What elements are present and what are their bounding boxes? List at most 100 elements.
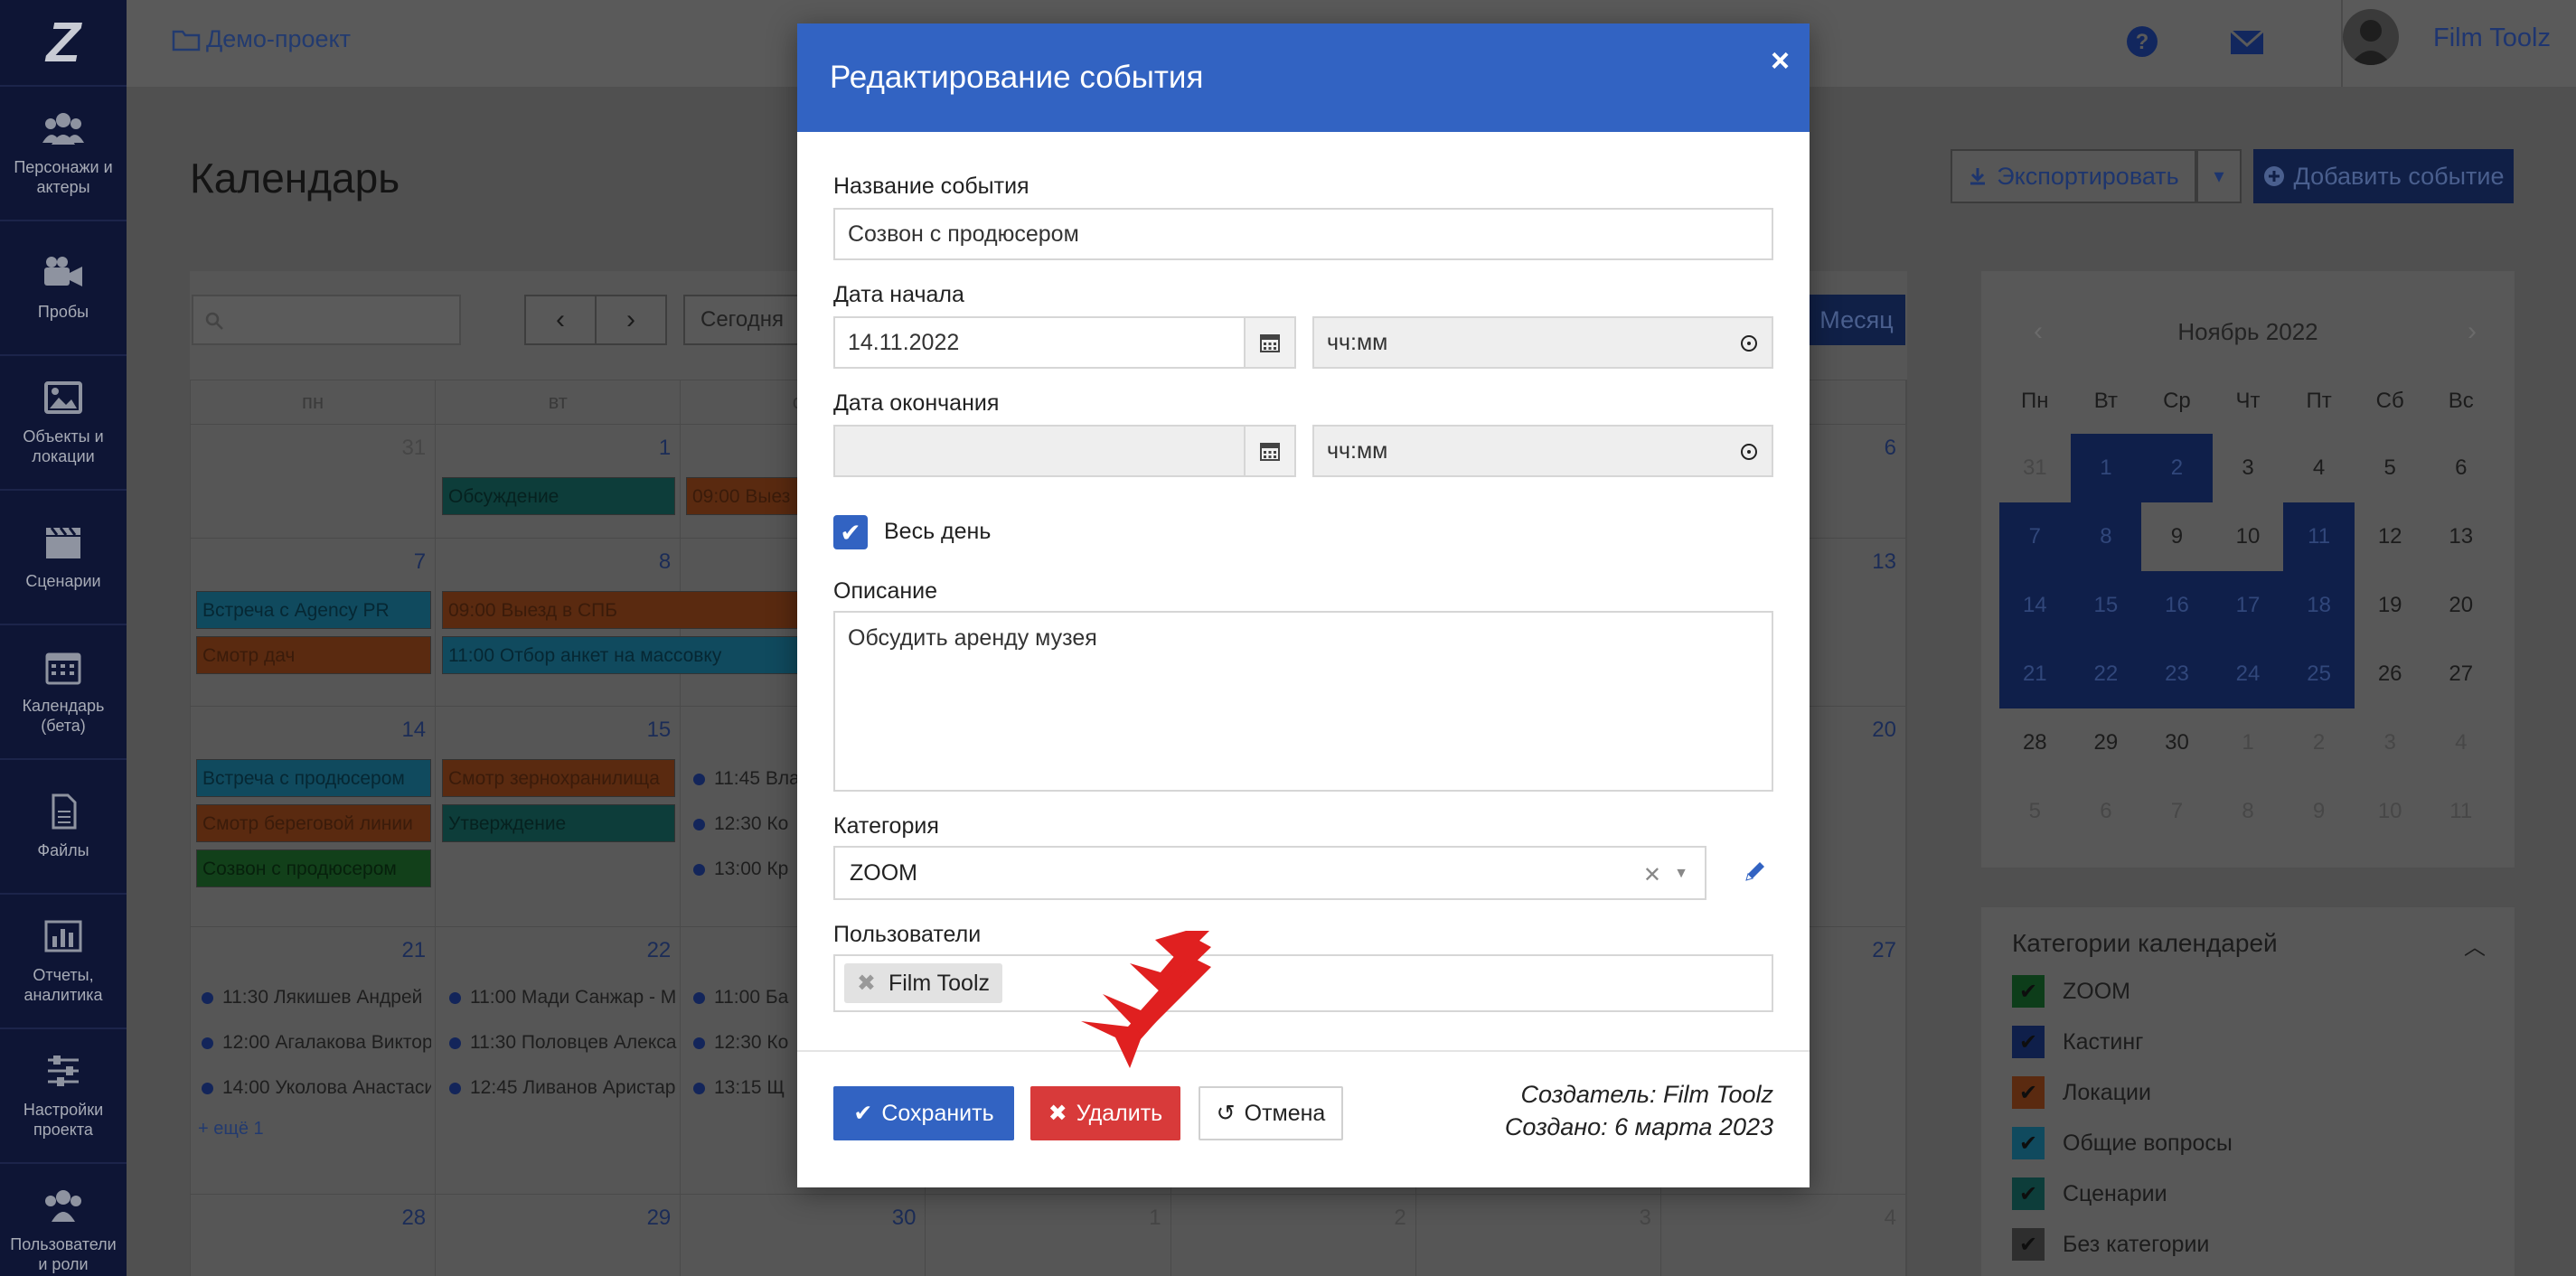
save-button[interactable]: ✔ Сохранить xyxy=(833,1086,1014,1140)
category-select[interactable]: ZOOM ✕ ▼ xyxy=(833,846,1706,900)
mini-day[interactable]: 4 xyxy=(2425,708,2496,777)
check-icon[interactable]: ✔ xyxy=(2012,1228,2045,1261)
mini-day[interactable]: 8 xyxy=(2213,777,2284,846)
calendar-event[interactable]: 12:45 Ливанов Аристар xyxy=(449,1077,677,1099)
avatar[interactable] xyxy=(2343,9,2399,65)
category-item[interactable]: ✔ Общие вопросы xyxy=(2012,1126,2233,1160)
mini-day[interactable]: 14 xyxy=(1999,571,2071,640)
day-cell[interactable]: 3 xyxy=(1416,1195,1661,1276)
calendar-event[interactable]: 11:30 Половцев Алекса xyxy=(449,1032,677,1054)
mini-day[interactable]: 18 xyxy=(2283,571,2355,640)
mini-day[interactable]: 12 xyxy=(2355,502,2426,571)
mini-day[interactable]: 6 xyxy=(2071,777,2142,846)
mini-day[interactable]: 15 xyxy=(2070,571,2142,640)
calendar-event[interactable]: 13:00 Кр xyxy=(693,858,802,880)
day-cell[interactable]: 1 xyxy=(926,1195,1171,1276)
edit-category-icon[interactable] xyxy=(1743,858,1768,884)
mini-day[interactable]: 11 xyxy=(2425,777,2496,846)
calendar-event[interactable]: Обсуждение xyxy=(442,477,675,515)
sidebar-item-settings[interactable]: Настройки проекта xyxy=(0,1029,127,1164)
calendar-event[interactable]: 14:00 Уколова Анастаси xyxy=(202,1077,431,1099)
mini-day[interactable]: 29 xyxy=(2071,708,2142,777)
calendar-event[interactable]: Утверждение xyxy=(442,804,675,842)
project-name[interactable]: Демо-проект xyxy=(206,25,351,53)
calendar-event[interactable]: 11:00 Ба xyxy=(693,987,802,1009)
calendar-event[interactable]: Смотр зернохранилища xyxy=(442,759,675,797)
sidebar-item-reports[interactable]: Отчеты, аналитика xyxy=(0,895,127,1029)
start-date-picker-button[interactable] xyxy=(1244,316,1296,369)
mail-icon[interactable] xyxy=(2229,23,2265,60)
add-event-button[interactable]: Добавить событие xyxy=(2253,149,2514,203)
calendar-event[interactable]: 11:00 Мади Санжар - М xyxy=(449,987,677,1009)
check-icon[interactable]: ✔ xyxy=(2012,1177,2045,1210)
next-month-button[interactable]: › xyxy=(595,295,667,345)
today-button[interactable]: Сегодня xyxy=(683,295,801,345)
day-cell[interactable]: 4 xyxy=(1661,1195,1906,1276)
export-button[interactable]: Экспортировать xyxy=(1951,149,2196,203)
calendar-event[interactable]: 12:30 Ко xyxy=(693,813,802,835)
category-item[interactable]: ✔ Без категории xyxy=(2012,1227,2209,1262)
remove-tag-icon[interactable]: ✖ xyxy=(857,970,876,997)
delete-button[interactable]: ✖ Удалить xyxy=(1030,1086,1180,1140)
mini-day[interactable]: 21 xyxy=(1999,640,2071,708)
calendar-event[interactable]: 11:30 Лякишев Андрей xyxy=(202,987,431,1009)
mini-day[interactable]: 1 xyxy=(2070,434,2142,502)
calendar-event[interactable]: Созвон с продюсером xyxy=(196,849,431,887)
check-icon[interactable]: ✔ xyxy=(2012,1127,2045,1159)
sidebar-item-files[interactable]: Файлы xyxy=(0,760,127,895)
users-input[interactable]: ✖ Film Toolz xyxy=(833,954,1773,1012)
sidebar-item-locations[interactable]: Объекты и локации xyxy=(0,356,127,491)
sidebar-item-auditions[interactable]: Пробы xyxy=(0,221,127,356)
mini-day[interactable]: 6 xyxy=(2425,434,2496,502)
mini-day[interactable]: 28 xyxy=(1999,708,2071,777)
sidebar-item-users[interactable]: Пользователи и роли xyxy=(0,1164,127,1276)
calendar-event[interactable]: 09:00 Выезд в СПБ xyxy=(442,591,804,629)
day-cell[interactable]: 31 xyxy=(191,425,437,538)
prev-month-button[interactable]: ‹ xyxy=(524,295,597,345)
mini-day[interactable]: 2 xyxy=(2141,434,2213,502)
calendar-event[interactable]: 11:45 Вла xyxy=(693,768,802,790)
check-icon[interactable]: ✔ xyxy=(2012,1026,2045,1058)
mini-day[interactable]: 17 xyxy=(2212,571,2284,640)
start-time-input[interactable]: чч:мм xyxy=(1312,316,1773,369)
user-tag[interactable]: ✖ Film Toolz xyxy=(844,963,1003,1003)
mini-day[interactable]: 5 xyxy=(1999,777,2071,846)
mini-day[interactable]: 19 xyxy=(2355,571,2426,640)
calendar-search-input[interactable] xyxy=(192,295,461,345)
calendar-event[interactable]: 09:00 Выез xyxy=(686,477,804,515)
mini-day[interactable]: 24 xyxy=(2212,640,2284,708)
mini-day[interactable]: 26 xyxy=(2355,640,2426,708)
collapse-icon[interactable]: ︿ xyxy=(2464,929,2486,961)
mini-day[interactable]: 11 xyxy=(2283,502,2355,571)
mini-day[interactable]: 30 xyxy=(2141,708,2213,777)
day-cell[interactable]: 30 xyxy=(681,1195,926,1276)
start-date-input[interactable]: 14.11.2022 xyxy=(833,316,1246,369)
mini-day[interactable]: 1 xyxy=(2213,708,2284,777)
end-time-input[interactable]: чч:мм xyxy=(1312,425,1773,477)
all-day-label[interactable]: Весь день xyxy=(884,519,991,545)
cancel-button[interactable]: ↺ Отмена xyxy=(1199,1086,1343,1140)
clear-icon[interactable]: ✕ xyxy=(1643,862,1661,888)
calendar-event[interactable]: 12:30 Ко xyxy=(693,1032,802,1054)
mini-day[interactable]: 23 xyxy=(2141,640,2213,708)
help-icon[interactable]: ? xyxy=(2124,23,2160,60)
category-item[interactable]: ✔ Локации xyxy=(2012,1075,2151,1110)
day-cell[interactable]: 21 xyxy=(191,927,437,1194)
end-date-input[interactable] xyxy=(833,425,1246,477)
description-textarea[interactable]: Обсудить аренду музея xyxy=(833,611,1773,792)
calendar-event[interactable]: Смотр дач xyxy=(196,636,431,674)
all-day-checkbox[interactable]: ✔ xyxy=(833,515,868,549)
category-item[interactable]: ✔ Кастинг xyxy=(2012,1025,2143,1059)
sidebar-item-characters[interactable]: Персонажи и актеры xyxy=(0,87,127,221)
mini-day[interactable]: 4 xyxy=(2283,434,2355,502)
event-name-input[interactable]: Созвон с продюсером xyxy=(833,208,1773,260)
category-item[interactable]: ✔ Сценарии xyxy=(2012,1177,2167,1211)
app-logo[interactable]: Z xyxy=(0,0,127,87)
mini-day[interactable]: 5 xyxy=(2355,434,2426,502)
mini-day[interactable]: 3 xyxy=(2213,434,2284,502)
more-events-link[interactable]: + ещё 1 xyxy=(198,1119,264,1140)
category-item[interactable]: ✔ ZOOM xyxy=(2012,974,2130,1009)
mini-day[interactable]: 8 xyxy=(2070,502,2142,571)
end-date-picker-button[interactable] xyxy=(1244,425,1296,477)
day-cell[interactable]: 2 xyxy=(1171,1195,1416,1276)
